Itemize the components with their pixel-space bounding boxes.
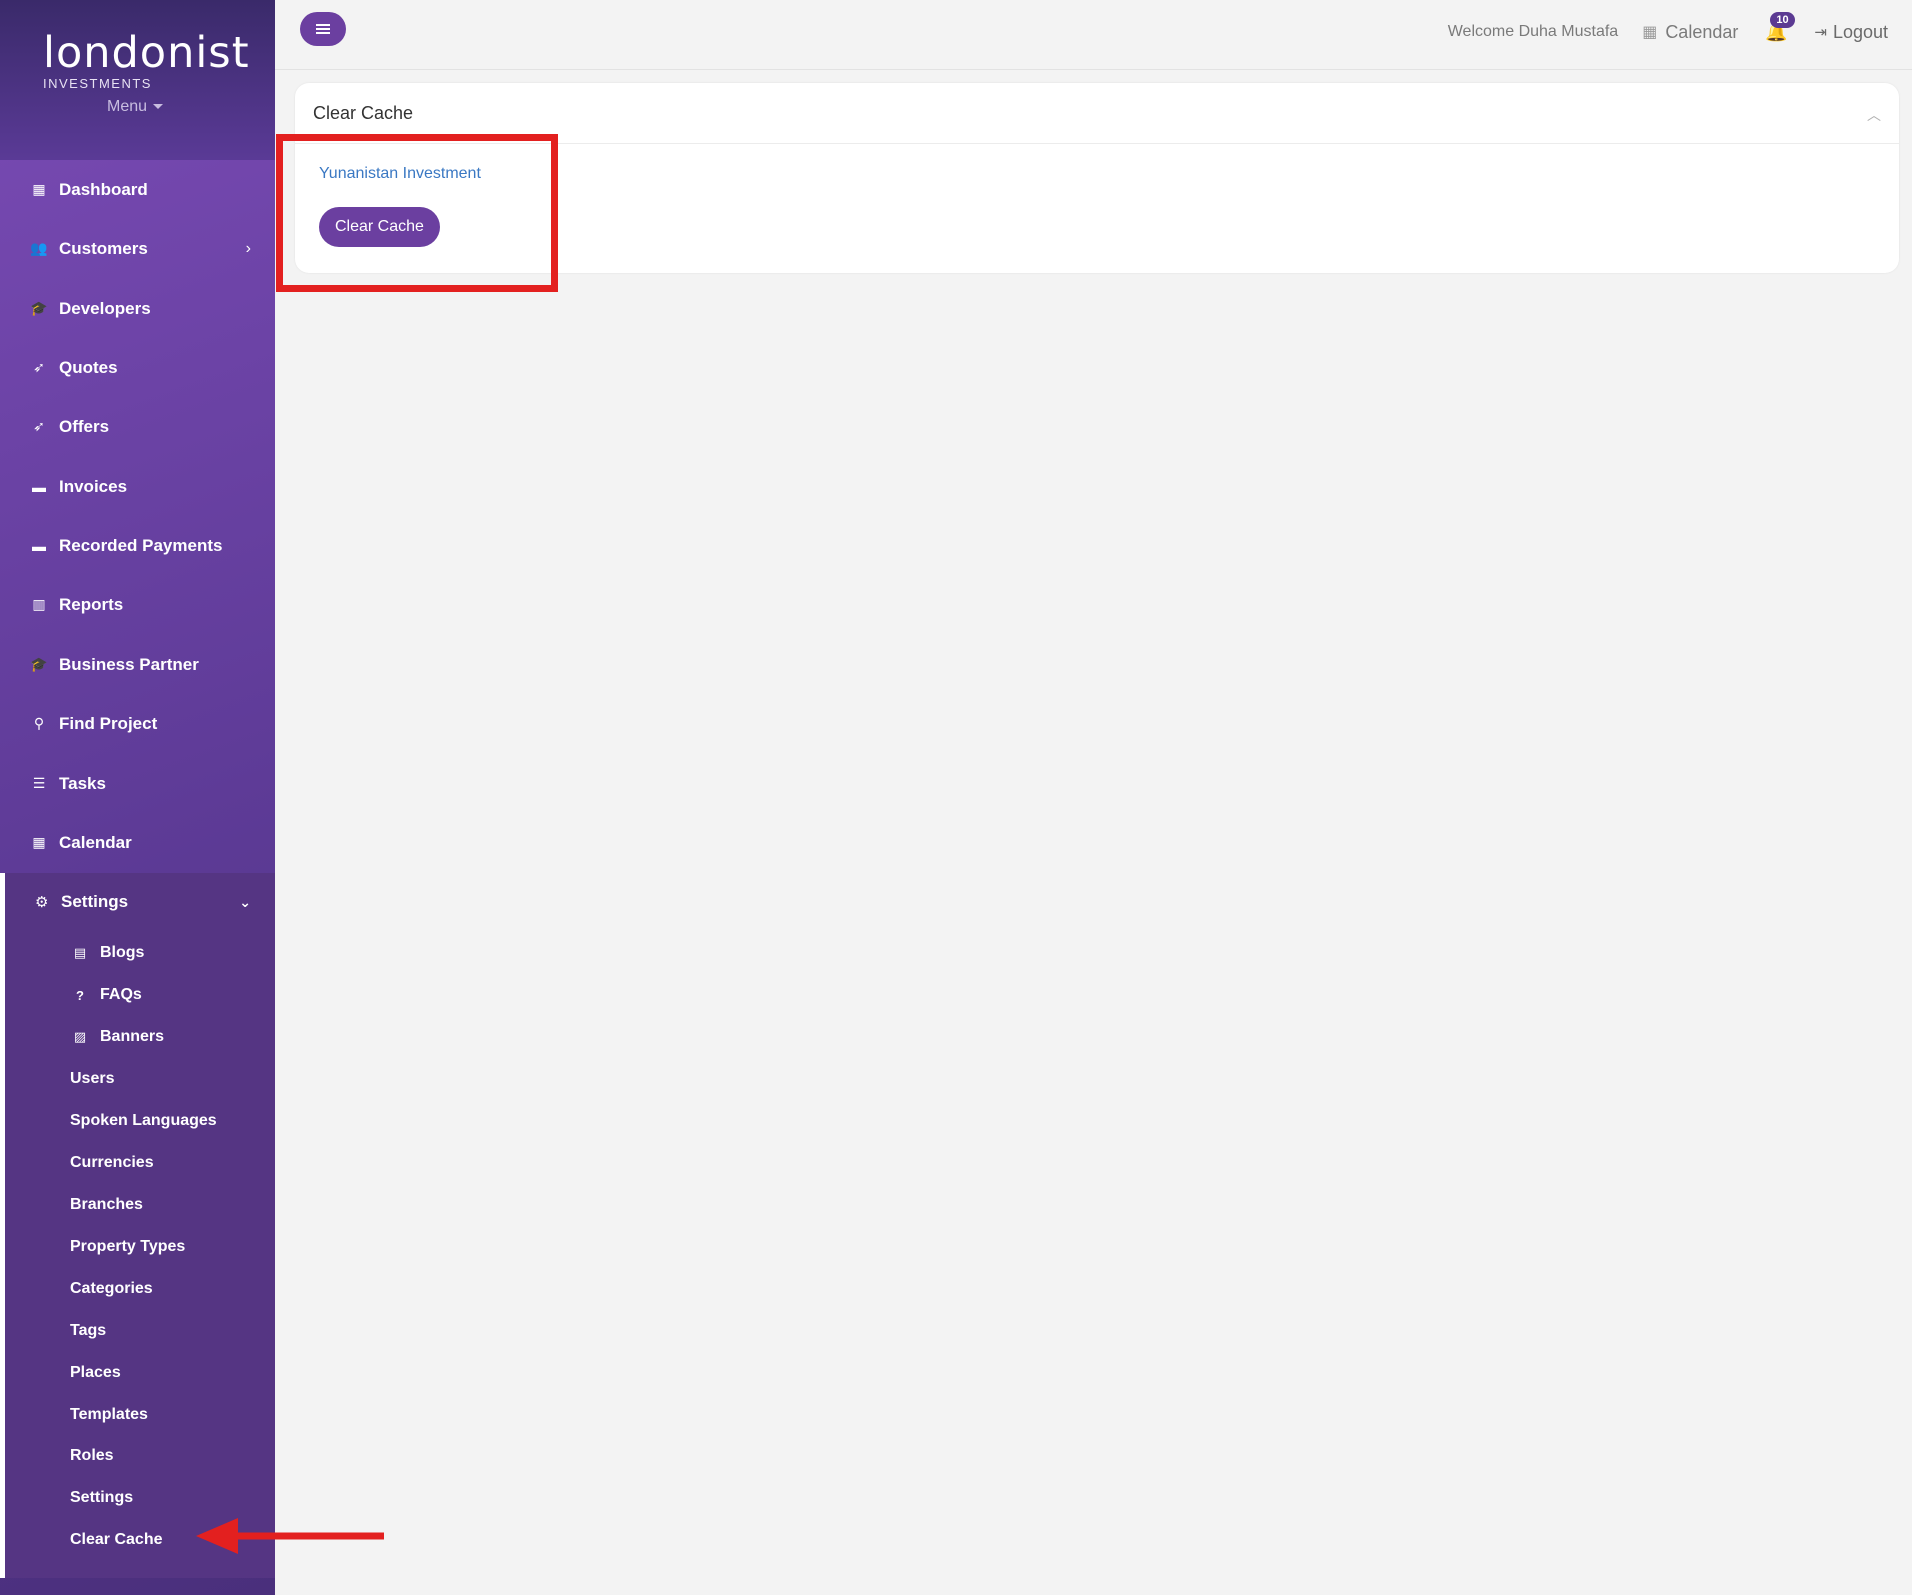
users-icon: 👥 [30, 240, 48, 256]
submenu-item-label: Templates [70, 1406, 148, 1423]
submenu-item-banners[interactable]: ▨ Banners [70, 1017, 164, 1057]
sign-out-icon: ⇥ [1814, 24, 1827, 41]
submenu-item-label: FAQs [100, 986, 142, 1003]
card-title: Clear Cache [313, 102, 414, 123]
credit-card-icon: ▬ [32, 478, 46, 495]
sidebar-item-recorded-payments[interactable]: ▬ Recorded Payments [0, 516, 275, 575]
calendar-icon: ▦ [1642, 24, 1658, 41]
graduation-cap-icon: 🎓 [30, 300, 48, 316]
calendar-link-label: Calendar [1665, 21, 1739, 42]
submenu-item-label: Users [70, 1070, 115, 1087]
sidebar-item-dashboard[interactable]: ▦ Dashboard [0, 160, 275, 219]
submenu-item-property-types[interactable]: Property Types [70, 1227, 185, 1267]
sidebar-item-label: Developers [59, 298, 151, 318]
credit-card-icon: ▬ [32, 537, 46, 554]
chevron-down-icon: ⌄ [239, 893, 251, 910]
sidebar-item-label: Recorded Payments [59, 535, 223, 555]
brand-header: londonist INVESTMENTS Menu [0, 0, 275, 160]
sidebar-item-find-project[interactable]: ⚲ Find Project [0, 694, 275, 753]
sidebar-item-settings[interactable]: ⚙ Settings ⌄ [5, 873, 275, 931]
sidebar-item-quotes[interactable]: ➶ Quotes [0, 338, 275, 397]
calendar-icon: ▦ [32, 834, 46, 850]
bar-chart-icon: ▥ [32, 596, 46, 612]
logo-subtitle: INVESTMENTS [43, 76, 152, 91]
gear-icon: ⚙ [35, 894, 49, 911]
highlight-box [276, 134, 558, 292]
welcome-text: Welcome Duha Mustafa [1447, 23, 1619, 40]
hamburger-icon [316, 24, 330, 34]
arrow-left-icon [196, 1518, 384, 1554]
tasks-icon: ☰ [32, 775, 46, 791]
submenu-item-templates[interactable]: Templates [70, 1395, 148, 1435]
graduation-cap-icon: 🎓 [30, 656, 48, 672]
submenu-item-label: Currencies [70, 1154, 154, 1171]
submenu-item-tags[interactable]: Tags [70, 1311, 106, 1351]
sidebar-item-tasks[interactable]: ☰ Tasks [0, 754, 275, 813]
calendar-link[interactable]: ▦ Calendar [1642, 22, 1738, 43]
sidebar-item-label: Find Project [59, 713, 158, 733]
dashboard-icon: ▦ [32, 181, 46, 197]
submenu-item-label: Branches [70, 1196, 143, 1213]
question-circle-icon: ? [76, 987, 84, 1003]
submenu-item-label: Tags [70, 1322, 107, 1339]
sidebar-item-label: Offers [59, 416, 110, 436]
submenu-item-label: Roles [70, 1447, 114, 1464]
submenu-item-currencies[interactable]: Currencies [70, 1143, 154, 1183]
newspaper-icon: ▤ [73, 945, 87, 960]
menu-dropdown[interactable]: Menu [107, 98, 164, 116]
submenu-item-settings[interactable]: Settings [70, 1478, 133, 1518]
notifications-button[interactable]: 🔔 10 [1764, 11, 1795, 43]
rocket-icon: ➶ [33, 359, 45, 375]
chevron-up-icon[interactable]: ︿ [1867, 105, 1881, 125]
logo[interactable]: londonist [43, 28, 250, 78]
submenu-item-label: Clear Cache [70, 1531, 163, 1548]
submenu-item-roles[interactable]: Roles [70, 1436, 114, 1476]
sidebar-item-developers[interactable]: 🎓 Developers [0, 279, 275, 338]
submenu-item-places[interactable]: Places [70, 1353, 121, 1393]
sidebar-item-label: Quotes [59, 357, 118, 377]
caret-down-icon [153, 104, 164, 110]
submenu-item-label: Categories [70, 1280, 153, 1297]
topbar-right: Welcome Duha Mustafa ▦ Calendar 🔔 10 ⇥ L… [1447, 11, 1888, 46]
submenu-item-users[interactable]: Users [70, 1059, 114, 1099]
submenu-item-spoken-languages[interactable]: Spoken Languages [70, 1101, 217, 1141]
chevron-right-icon: › [245, 239, 251, 257]
submenu-item-categories[interactable]: Categories [70, 1269, 153, 1309]
submenu-item-label: Banners [100, 1028, 165, 1045]
sidebar-item-label: Dashboard [59, 179, 148, 199]
sidebar-item-customers[interactable]: 👥 Customers › [0, 219, 275, 278]
sidebar-item-label: Business Partner [59, 654, 199, 674]
logout-link[interactable]: ⇥ Logout [1814, 22, 1888, 43]
submenu-item-label: Property Types [70, 1238, 186, 1255]
sidebar-item-business-partner[interactable]: 🎓 Business Partner [0, 635, 275, 694]
logout-label: Logout [1832, 21, 1888, 42]
sidebar-item-invoices[interactable]: ▬ Invoices [0, 457, 275, 516]
sidebar-item-offers[interactable]: ➶ Offers [0, 397, 275, 456]
sidebar: londonist INVESTMENTS Menu ▦ Dashboard 👥… [0, 0, 275, 1595]
submenu-item-blogs[interactable]: ▤ Blogs [70, 933, 145, 973]
submenu-item-branches[interactable]: Branches [70, 1185, 143, 1225]
sidebar-item-calendar[interactable]: ▦ Calendar [0, 813, 275, 872]
settings-submenu: ⚙ Settings ⌄ ▤ Blogs ? FAQs ▨ Banners Us… [0, 873, 275, 1578]
sidebar-item-label: Reports [59, 594, 124, 614]
submenu-item-label: Places [70, 1364, 121, 1381]
submenu-item-label: Blogs [100, 944, 145, 961]
sidebar-item-label: Customers [59, 238, 148, 258]
menu-dropdown-label: Menu [107, 98, 148, 115]
sidebar-item-label: Settings [61, 892, 129, 911]
submenu-item-label: Settings [70, 1489, 134, 1506]
sidebar-toggle-button[interactable] [300, 12, 346, 46]
rocket-icon: ➶ [33, 418, 45, 434]
sidebar-item-label: Tasks [59, 773, 106, 793]
image-icon: ▨ [73, 1029, 87, 1044]
notification-count-badge: 10 [1770, 11, 1795, 28]
submenu-item-faqs[interactable]: ? FAQs [70, 975, 142, 1015]
topbar: Welcome Duha Mustafa ▦ Calendar 🔔 10 ⇥ L… [275, 0, 1912, 70]
submenu-item-clear-cache[interactable]: Clear Cache [70, 1520, 163, 1560]
sidebar-item-label: Calendar [59, 832, 132, 852]
submenu-item-label: Spoken Languages [70, 1112, 217, 1129]
sidebar-item-label: Invoices [59, 476, 128, 496]
search-icon: ⚲ [33, 715, 45, 731]
sidebar-item-reports[interactable]: ▥ Reports [0, 575, 275, 634]
